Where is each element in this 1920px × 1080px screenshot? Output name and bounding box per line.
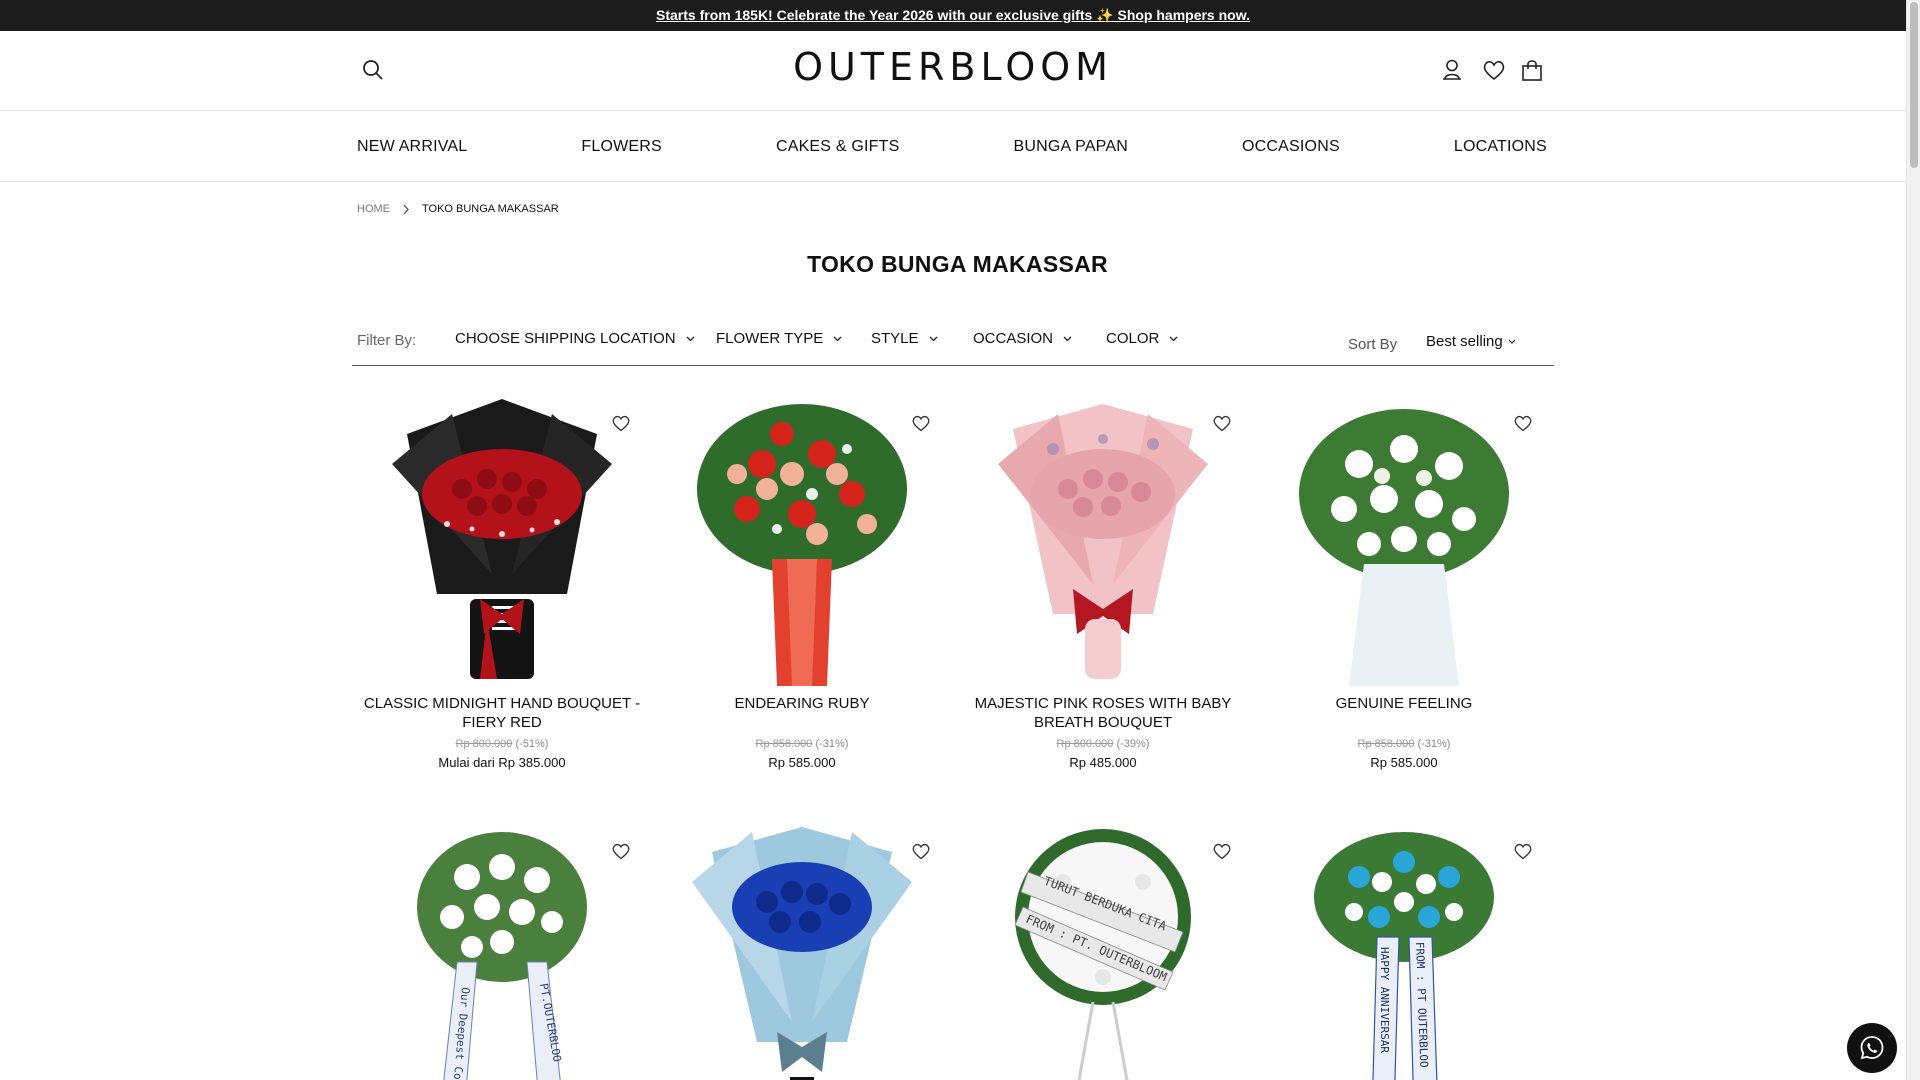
product-price: Rp 385.000 bbox=[498, 755, 566, 770]
product-image[interactable]: TURUT BERDUKA CITA FROM : PT. OUTERBLOOM bbox=[953, 822, 1253, 1080]
nav-item-new-arrival[interactable]: NEW ARRIVAL bbox=[357, 138, 467, 156]
main-nav: NEW ARRIVAL FLOWERS CAKES & GIFTS BUNGA … bbox=[357, 111, 1547, 182]
whatsapp-chat-button[interactable] bbox=[1847, 1023, 1897, 1073]
sort-select-value: Best selling bbox=[1426, 333, 1503, 350]
filter-occasion-label: OCCASION bbox=[973, 330, 1054, 347]
product-price-prefix: Mulai dari bbox=[438, 755, 495, 770]
page-scrollbar[interactable] bbox=[1906, 0, 1920, 1080]
site-logo[interactable]: OUTERBLOOM bbox=[0, 45, 1906, 89]
nav-item-cakes-gifts[interactable]: CAKES & GIFTS bbox=[776, 138, 900, 156]
product-image[interactable]: HAPPY ANNIVERSAR FROM : PT OUTERBLOO bbox=[1254, 822, 1554, 1080]
product-name[interactable]: GENUINE FEELING bbox=[1264, 694, 1544, 713]
product-discount: (-31%) bbox=[1417, 738, 1451, 750]
filter-color[interactable]: COLOR bbox=[1106, 330, 1178, 347]
breadcrumb: HOME TOKO BUNGA MAKASSAR bbox=[357, 203, 559, 215]
product-old-price-row: Rp 858.000 (-31%) bbox=[652, 738, 952, 750]
nav-item-flowers[interactable]: FLOWERS bbox=[581, 138, 662, 156]
chevron-down-icon bbox=[929, 336, 938, 342]
filter-style-label: STYLE bbox=[871, 330, 919, 347]
chevron-down-icon bbox=[686, 336, 695, 342]
filter-bar: Filter By: CHOOSE SHIPPING LOCATION FLOW… bbox=[352, 316, 1554, 366]
page-title: TOKO BUNGA MAKASSAR bbox=[807, 251, 1108, 277]
product-old-price: Rp 800.000 bbox=[455, 738, 513, 750]
filter-shipping-location-label: CHOOSE SHIPPING LOCATION bbox=[455, 330, 676, 347]
product-discount: (-39%) bbox=[1116, 738, 1150, 750]
product-image[interactable] bbox=[953, 394, 1253, 686]
nav-item-locations[interactable]: LOCATIONS bbox=[1454, 138, 1547, 156]
product-name[interactable]: ENDEARING RUBY bbox=[662, 694, 942, 713]
product-name[interactable]: MAJESTIC PINK ROSES WITH BABY BREATH BOU… bbox=[963, 694, 1243, 732]
product-image[interactable] bbox=[1254, 394, 1554, 686]
shopping-bag-icon[interactable] bbox=[1519, 57, 1545, 83]
breadcrumb-home[interactable]: HOME bbox=[357, 203, 390, 215]
scrollbar-thumb[interactable] bbox=[1910, 2, 1918, 168]
sort-select[interactable]: Best selling bbox=[1426, 333, 1516, 350]
wishlist-heart-icon[interactable] bbox=[1211, 412, 1233, 434]
product-price-row: Rp 585.000 bbox=[652, 755, 952, 770]
product-discount: (-51%) bbox=[515, 738, 549, 750]
ribbon-text-left: HAPPY ANNIVERSAR bbox=[1378, 947, 1391, 1053]
wishlist-heart-icon[interactable] bbox=[610, 412, 632, 434]
product-image[interactable] bbox=[652, 394, 952, 686]
filter-color-label: COLOR bbox=[1106, 330, 1160, 347]
product-price: Rp 585.000 bbox=[1370, 755, 1438, 770]
product-price-row: Rp 485.000 bbox=[953, 755, 1253, 770]
product-old-price-row: Rp 800.000 (-51%) bbox=[352, 738, 652, 750]
announcement-link[interactable]: Starts from 185K! Celebrate the Year 202… bbox=[656, 7, 1250, 24]
filter-style[interactable]: STYLE bbox=[871, 330, 938, 347]
product-discount: (-31%) bbox=[815, 738, 849, 750]
product-old-price-row: Rp 800.000 (-39%) bbox=[953, 738, 1253, 750]
product-image[interactable] bbox=[652, 822, 952, 1080]
wishlist-heart-icon[interactable] bbox=[1512, 412, 1534, 434]
product-image[interactable]: Our Deepest Condole PT.OUTERBLOO bbox=[352, 822, 652, 1080]
filter-flower-type[interactable]: FLOWER TYPE bbox=[716, 330, 842, 347]
filter-label: Filter By: bbox=[357, 332, 417, 349]
wishlist-heart-icon[interactable] bbox=[910, 412, 932, 434]
site-header: OUTERBLOOM bbox=[0, 31, 1906, 111]
filter-flower-type-label: FLOWER TYPE bbox=[716, 330, 824, 347]
wishlist-heart-icon[interactable] bbox=[1512, 840, 1534, 862]
product-price: Rp 485.000 bbox=[1069, 755, 1137, 770]
chevron-down-icon bbox=[1063, 336, 1072, 342]
product-price-row: Mulai dari Rp 385.000 bbox=[352, 755, 652, 770]
product-price-row: Rp 585.000 bbox=[1254, 755, 1554, 770]
product-old-price: Rp 858.000 bbox=[1357, 738, 1415, 750]
chevron-down-icon bbox=[833, 336, 842, 342]
product-old-price: Rp 800.000 bbox=[1056, 738, 1114, 750]
wishlist-heart-icon[interactable] bbox=[610, 840, 632, 862]
whatsapp-icon bbox=[1860, 1036, 1884, 1060]
chevron-right-icon bbox=[402, 204, 410, 215]
chevron-down-icon bbox=[1508, 339, 1516, 345]
user-icon[interactable] bbox=[1439, 57, 1465, 83]
breadcrumb-current: TOKO BUNGA MAKASSAR bbox=[422, 203, 559, 215]
wishlist-heart-icon[interactable] bbox=[1481, 57, 1507, 83]
nav-item-bunga-papan[interactable]: BUNGA PAPAN bbox=[1013, 138, 1128, 156]
product-image[interactable] bbox=[352, 394, 652, 686]
product-old-price: Rp 858.000 bbox=[755, 738, 813, 750]
nav-item-occasions[interactable]: OCCASIONS bbox=[1242, 138, 1340, 156]
filter-shipping-location[interactable]: CHOOSE SHIPPING LOCATION bbox=[455, 330, 695, 347]
nav-divider bbox=[0, 181, 1906, 182]
wishlist-heart-icon[interactable] bbox=[1211, 840, 1233, 862]
product-name[interactable]: CLASSIC MIDNIGHT HAND BOUQUET - FIERY RE… bbox=[362, 694, 642, 732]
announcement-bar: Starts from 185K! Celebrate the Year 202… bbox=[0, 0, 1906, 31]
sort-label: Sort By bbox=[1348, 336, 1398, 353]
product-price: Rp 585.000 bbox=[768, 755, 836, 770]
product-old-price-row: Rp 858.000 (-31%) bbox=[1254, 738, 1554, 750]
wishlist-heart-icon[interactable] bbox=[910, 840, 932, 862]
chevron-down-icon bbox=[1169, 336, 1178, 342]
filter-occasion[interactable]: OCCASION bbox=[973, 330, 1072, 347]
